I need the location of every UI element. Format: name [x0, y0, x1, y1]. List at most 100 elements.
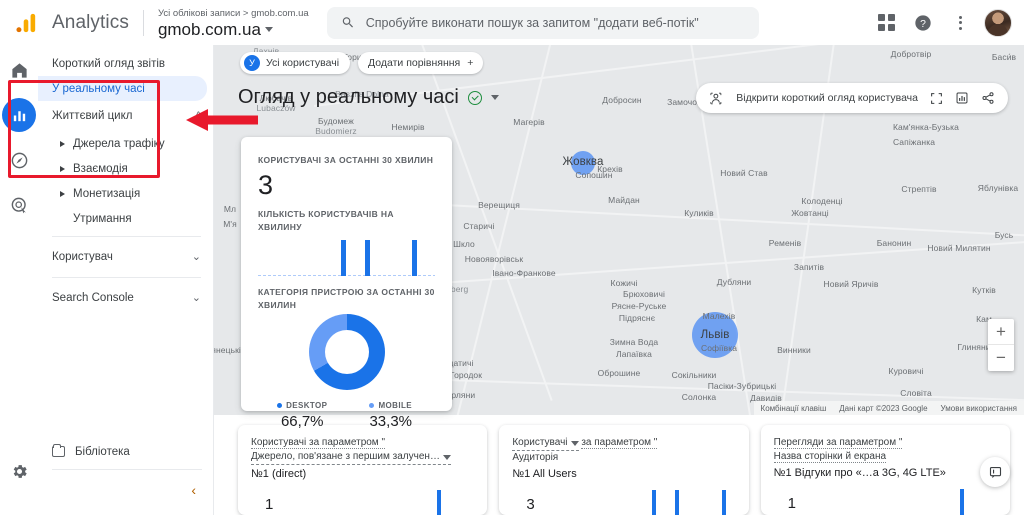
google-analytics-logo[interactable] [0, 0, 52, 45]
map-label: Сопошин [575, 170, 613, 180]
add-comparison-chip[interactable]: Додати порівняння + [358, 52, 484, 74]
card-sparkline[interactable] [572, 490, 735, 515]
map-label: Львів [700, 329, 730, 341]
caret-down-icon[interactable] [490, 95, 499, 100]
map-label: Мл [223, 204, 237, 214]
card-top-rank: №1 [512, 468, 531, 480]
feedback-button[interactable] [980, 457, 1010, 487]
brand-name: Analytics [52, 11, 129, 33]
donut-chart [308, 314, 385, 390]
bar-chart-icon[interactable] [2, 98, 36, 132]
feedback-icon [989, 466, 1001, 478]
sidebar-item-label: Монетизація [73, 187, 141, 200]
sidebar-item-retention[interactable]: Утримання [38, 206, 213, 231]
card-sparkline[interactable] [311, 490, 474, 515]
chart-bar [675, 490, 680, 515]
sidebar-item-label: Взаємодія [73, 162, 128, 175]
card-body: 1 50% [774, 485, 997, 515]
map-label: Дубляни [716, 277, 752, 287]
segment-chip-label: Усі користувачі [266, 57, 340, 69]
sidebar-item-realtime[interactable]: У реальному часі [38, 76, 207, 101]
map-zoom-controls[interactable]: + − [988, 319, 1014, 371]
card-page-title[interactable]: Перегляди за параметром " Назва сторінки… [760, 425, 1010, 515]
chart-bar [411, 240, 417, 276]
property-name: gmob.com.ua [158, 20, 309, 40]
card-dimension-select[interactable]: Джерело, пов'язане з першим залучен… [251, 450, 451, 465]
share-icon[interactable] [981, 91, 995, 105]
sidebar-item-label: Утримання [73, 212, 132, 225]
map-label: Магерів [513, 117, 545, 127]
device-category-chart[interactable] [258, 314, 435, 390]
sidebar-item-monetization[interactable]: Монетизація [38, 181, 213, 206]
card-metric: 1 50% [774, 495, 834, 515]
sidebar-footer: Бібліотека ‹ [38, 439, 214, 505]
user-snapshot-label[interactable]: Відкрити короткий огляд користувача [736, 92, 918, 104]
zoom-out-button[interactable]: − [988, 345, 1014, 371]
card-first-user-source[interactable]: Користувачі за параметром " Джерело, пов… [238, 425, 488, 515]
card-top-row: №1 Відгуки про «…a 3G, 4G LTE» [774, 465, 997, 481]
account-selector[interactable]: Усі облікові записи > gmob.com.ua gmob.c… [158, 6, 309, 40]
sidebar-item-reports-snapshot[interactable]: Короткий огляд звітів [38, 51, 207, 76]
sidebar-collapse-button[interactable]: ‹ [38, 475, 214, 505]
check-circle-icon [467, 90, 482, 105]
gear-icon[interactable] [2, 454, 36, 488]
map-label: Лапаївка [616, 349, 652, 359]
more-vert-icon[interactable] [943, 6, 977, 40]
card-dimension-label: Аудиторія [512, 452, 559, 463]
map-label: Куликів [684, 208, 714, 218]
advertising-target-icon[interactable] [2, 188, 36, 222]
avatar[interactable] [984, 8, 1012, 37]
map-label: Банонин [876, 238, 912, 248]
fullscreen-icon[interactable] [930, 92, 943, 105]
chevron-down-icon: ⌄ [191, 291, 201, 304]
keyboard-shortcuts-link[interactable]: Комбінації клавіш [761, 404, 827, 413]
sidebar-item-library[interactable]: Бібліотека [38, 439, 208, 464]
map-label: Майдан [608, 195, 640, 205]
chart-bar [959, 489, 964, 515]
map-data-copyright: Дані карт ©2023 Google [839, 403, 928, 413]
explore-compass-icon[interactable] [2, 143, 36, 177]
terms-of-use-link[interactable]: Умови використання [941, 404, 1017, 413]
person-search-icon[interactable] [709, 91, 724, 106]
svg-text:?: ? [920, 18, 926, 29]
map-label: Словіта [900, 388, 932, 398]
page-title-text: Огляд у реальному часі [238, 86, 459, 108]
card-dimension-label: Назва сторінки й екрана [773, 451, 887, 463]
map-label: Жовква [562, 156, 604, 168]
legend-dot-desktop [277, 403, 283, 408]
card-top-row: №1 All Users [512, 466, 735, 482]
map-label: Добросин [602, 95, 642, 105]
map-label: Яблунівка [977, 183, 1019, 193]
card-audience[interactable]: Користувачі за параметром " Аудиторія №1… [499, 425, 749, 515]
insights-icon[interactable] [955, 91, 969, 105]
card-value: 1 [265, 496, 274, 513]
search-input[interactable] [365, 15, 745, 30]
apps-grid-icon[interactable] [869, 6, 903, 40]
home-icon[interactable] [2, 53, 36, 87]
sidebar-item-label: Короткий огляд звітів [52, 57, 166, 70]
help-icon[interactable]: ? [906, 6, 940, 40]
sidebar-item-label: Джерела трафіку [73, 137, 165, 150]
users-per-minute-chart[interactable] [258, 240, 435, 276]
sidebar-item-engagement[interactable]: Взаємодія [38, 156, 213, 181]
card-prefix: за параметром " [581, 437, 658, 449]
card-value: 1 [787, 495, 796, 512]
legend-value-mobile: 33,3% [369, 413, 413, 430]
users-per-minute-label: Кількість користувачів на хвилину [258, 209, 394, 232]
sidebar-group-search-console[interactable]: Search Console ⌄ [38, 283, 213, 313]
divider [52, 277, 201, 278]
divider [52, 469, 202, 470]
caret-down-icon [570, 440, 579, 446]
sidebar-group-user[interactable]: Користувач ⌄ [38, 242, 213, 272]
map-label: Підряснє [618, 313, 656, 323]
search-bar[interactable] [326, 6, 759, 39]
segment-chip-all-users[interactable]: У Усі користувачі [240, 52, 351, 74]
top-bar: Analytics Усі облікові записи > gmob.com… [0, 0, 1024, 45]
sidebar-group-label: Search Console [52, 292, 134, 304]
card-sparkline[interactable] [834, 489, 997, 515]
sidebar-group-label: Життєвий цикл [52, 110, 133, 122]
card-metric-select[interactable]: Користувачі [512, 436, 579, 451]
legend-item-desktop: DESKTOP 66,7% [258, 401, 347, 430]
map-label: Кам'янка-Бузька [892, 122, 960, 132]
zoom-in-button[interactable]: + [988, 319, 1014, 345]
